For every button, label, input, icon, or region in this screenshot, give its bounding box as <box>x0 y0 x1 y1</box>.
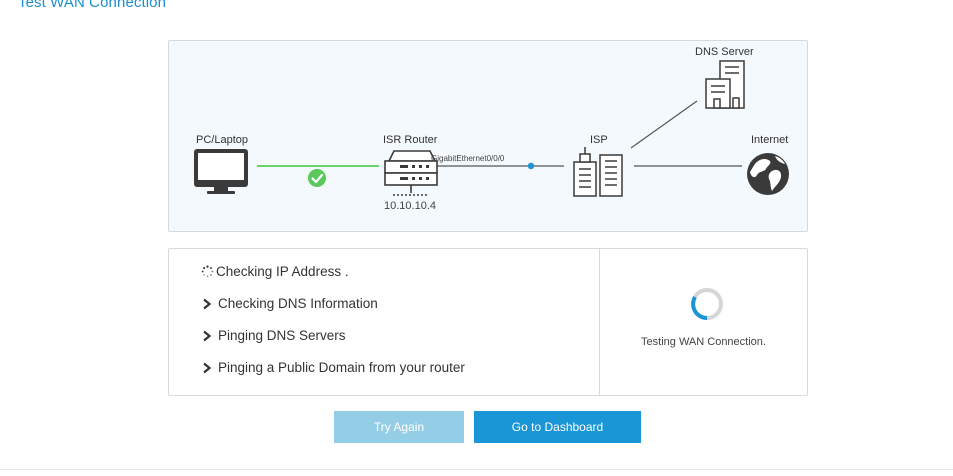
router-label: ISR Router <box>383 134 438 146</box>
topology-diagram <box>194 60 789 197</box>
step-checking-ip: Checking IP Address . <box>201 264 349 279</box>
step-pinging-domain: Pinging a Public Domain from your router <box>201 360 465 375</box>
pc-label: PC/Laptop <box>196 134 248 146</box>
page-title: Test WAN Connection <box>18 0 167 11</box>
go-to-dashboard-button[interactable]: Go to Dashboard <box>474 411 641 443</box>
dns-server-icon <box>705 60 745 109</box>
status-side: Testing WAN Connection. <box>600 249 807 395</box>
step-label: Checking IP Address . <box>216 264 349 279</box>
link-ok-check-icon <box>308 169 326 187</box>
chevron-right-icon <box>203 330 212 341</box>
step-label: Checking DNS Information <box>218 296 378 311</box>
loading-spinner-icon <box>691 288 723 320</box>
step-pinging-dns: Pinging DNS Servers <box>201 328 346 343</box>
steps-list: Checking IP Address . Checking DNS Infor… <box>169 249 600 395</box>
footer-divider <box>0 469 953 470</box>
isp-dns-link <box>630 100 698 149</box>
dns-server-label: DNS Server <box>695 46 754 58</box>
router-ip: 10.10.10.4 <box>384 200 436 212</box>
internet-label: Internet <box>751 134 789 146</box>
chevron-right-icon <box>203 362 212 373</box>
chevron-right-icon <box>203 298 212 309</box>
status-text: Testing WAN Connection. <box>641 336 766 348</box>
step-label: Pinging DNS Servers <box>218 328 346 343</box>
pc-laptop-icon <box>194 149 248 194</box>
loading-dots-icon <box>201 265 214 278</box>
internet-globe-icon <box>747 153 789 195</box>
isr-router-icon <box>384 150 438 196</box>
isp-building-icon <box>573 147 623 197</box>
interface-label: GigabitEthernet0/0/0 <box>431 154 505 163</box>
step-label: Pinging a Public Domain from your router <box>218 360 465 375</box>
try-again-button[interactable]: Try Again <box>334 411 464 443</box>
interface-dot <box>527 162 535 170</box>
isp-label: ISP <box>590 134 608 146</box>
topology-panel: PC/Laptop ISR Router 10.10.10.4 GigabitE… <box>168 40 808 232</box>
status-panel: Checking IP Address . Checking DNS Infor… <box>168 248 808 396</box>
step-checking-dns: Checking DNS Information <box>201 296 378 311</box>
